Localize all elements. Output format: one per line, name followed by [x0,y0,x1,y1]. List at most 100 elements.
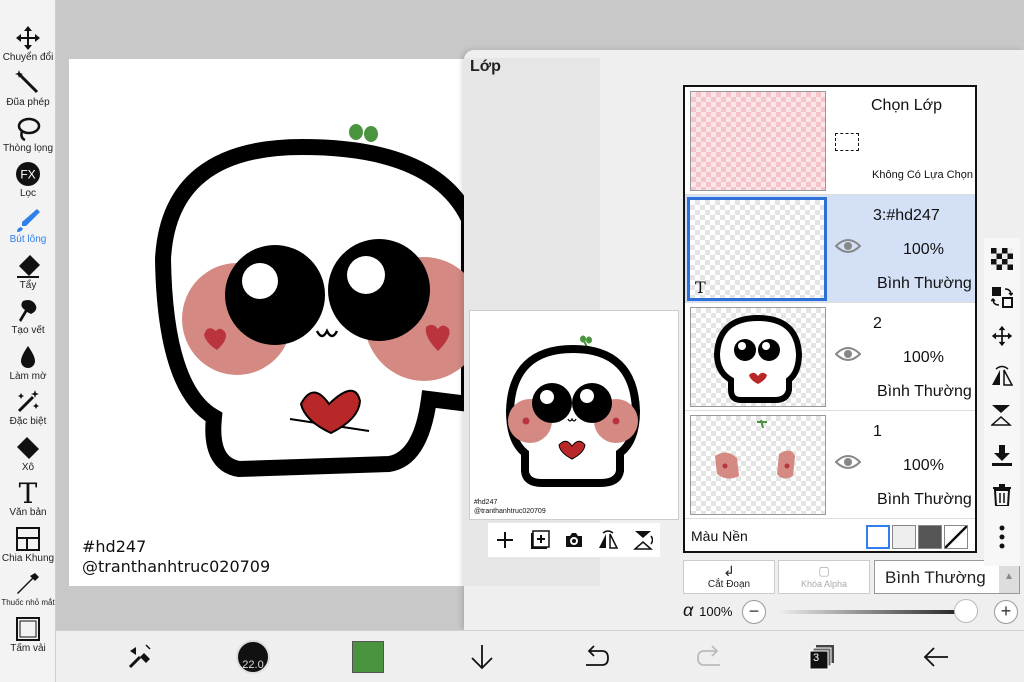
panel-title: Lớp [470,58,501,75]
opacity-slider-track[interactable] [778,610,978,614]
layer-name: 3:#hd247 [873,207,940,224]
eraser-icon [14,252,42,280]
checker-transparency-icon[interactable] [989,246,1015,272]
preview-text-hashtag: #hd247 [474,499,498,506]
brush-size-value: 22.0 [242,659,264,671]
layer-2-artwork [713,314,803,403]
bg-white-swatch[interactable] [866,525,890,549]
bottom-toolbar: 22.0 3 [56,630,1024,682]
tool-label: Tấm vải [10,643,46,654]
brush-size-indicator[interactable]: 22.0 [236,640,270,674]
back-arrow-icon[interactable] [920,641,952,673]
preview-toolbar [488,523,660,557]
clipping-button[interactable]: ↲ Cắt Đoạn [683,560,775,594]
tool-brush[interactable]: Bút lông [0,206,56,252]
flip-layer-horizontal-icon[interactable] [989,363,1015,389]
clip-arrow-icon: ↲ [723,563,735,579]
svg-text:FX: FX [20,168,35,182]
opacity-readout: α 100% [683,600,732,621]
selection-layer-row[interactable]: Chọn Lớp Không Có Lựa Chọn [685,87,975,195]
tool-magic-wand[interactable]: Đũa phép [0,69,56,115]
bg-light-checker-swatch[interactable] [892,525,916,549]
bg-dark-checker-swatch[interactable] [918,525,942,549]
skull-artwork [154,124,469,478]
add-layer-icon[interactable] [494,529,516,551]
blend-mode-value: Bình Thường [885,568,986,587]
merge-down-icon[interactable] [989,442,1015,468]
layer-name: 1 [873,423,882,440]
bg-none-swatch[interactable] [944,525,968,549]
left-toolbar: Chuyển đổi Đũa phép Thòng lọng FX Lọc Bú… [0,0,56,682]
preview-text-handle: @tranthanhtruc020709 [474,508,546,515]
tool-lasso[interactable]: Thòng lọng [0,115,56,161]
layer-blend-mode: Bình Thường [877,383,972,400]
selection-layer-title: Chọn Lớp [871,97,942,114]
opacity-value: 100% [699,604,733,619]
tool-special[interactable]: Đặc biệt [0,388,56,434]
tool-label: Chia Khung [1,553,55,564]
tool-label: Thòng lọng [2,143,54,154]
tool-label: Đặc biệt [9,416,47,427]
tool-blur[interactable]: Làm mờ [0,343,56,389]
visibility-eye-icon[interactable] [834,237,862,255]
swap-tool-icon[interactable] [124,641,156,673]
add-layer-box-icon[interactable] [529,529,551,551]
tool-label: Thuốc nhỏ mắt [1,598,55,607]
clipping-label: Cắt Đoạn [707,579,751,590]
tool-filter[interactable]: FX Lọc [0,160,56,206]
text-icon: T [18,476,38,510]
tool-label: Lọc [19,188,37,199]
layer-name: 2 [873,315,882,332]
more-options-icon[interactable] [989,524,1015,550]
layer-count-value: 3 [813,652,820,664]
layer-opacity: 100% [903,457,944,474]
opacity-slider-knob[interactable] [954,599,978,623]
tool-label: Xô [21,462,35,473]
tool-eraser[interactable]: Tẩy [0,252,56,298]
layer-row[interactable]: 2 100% Bình Thường [685,303,975,411]
smudge-icon [14,297,42,325]
alpha-lock-button[interactable]: ▢ Khóa Alpha [778,560,870,594]
selection-layer-status: Không Có Lựa Chọn [872,169,973,181]
layers-count-icon[interactable]: 3 [806,641,838,673]
flip-vertical-icon[interactable] [632,529,654,551]
layer-row[interactable]: 1 100% Bình Thường [685,411,975,519]
visibility-eye-icon[interactable] [834,453,862,471]
layer-thumbnail [690,307,826,407]
canvas-icon [14,615,42,643]
background-color-row: Màu Nền [685,519,975,553]
alpha-symbol: α [683,600,694,620]
layer-1-artwork [715,419,795,479]
download-arrow-icon[interactable] [466,641,498,673]
layer-thumbnail: T [687,197,827,301]
flip-layer-vertical-icon[interactable] [989,402,1015,428]
undo-icon[interactable] [580,641,612,673]
tool-canvas[interactable]: Tấm vải [0,615,56,661]
tool-transform[interactable]: Chuyển đổi [0,24,56,70]
trash-icon[interactable] [989,482,1015,508]
flip-horizontal-icon[interactable] [597,529,619,551]
visibility-eye-icon[interactable] [834,345,862,363]
eyedropper-icon [14,570,42,598]
tool-bucket[interactable]: Xô [0,434,56,480]
tool-eyedropper[interactable]: Thuốc nhỏ mắt [0,570,56,616]
alpha-lock-label: Khóa Alpha [800,579,848,589]
transform-layer-icon[interactable] [989,284,1015,310]
tool-smudge[interactable]: Tạo vết [0,297,56,343]
tool-text[interactable]: T Văn bản [0,476,56,525]
drawing-canvas[interactable] [69,59,469,586]
layer-thumbnail [690,415,826,515]
tool-label: Bút lông [9,234,47,245]
move-layer-icon[interactable] [989,323,1015,349]
selection-layer-thumbnail [690,91,826,191]
tool-frame-divider[interactable]: Chia Khung [0,525,56,571]
canvas-text-handle: @tranthanhtruc020709 [82,557,271,576]
camera-icon[interactable] [563,529,585,551]
redo-icon[interactable] [694,641,726,673]
opacity-plus-button[interactable]: + [994,600,1018,624]
opacity-minus-button[interactable]: − [742,600,766,624]
layer-row[interactable]: T 3:#hd247 100% Bình Thường [685,195,975,303]
primary-color-swatch[interactable] [352,641,384,673]
tool-label: Làm mờ [9,371,47,382]
layer-blend-mode: Bình Thường [877,491,972,508]
